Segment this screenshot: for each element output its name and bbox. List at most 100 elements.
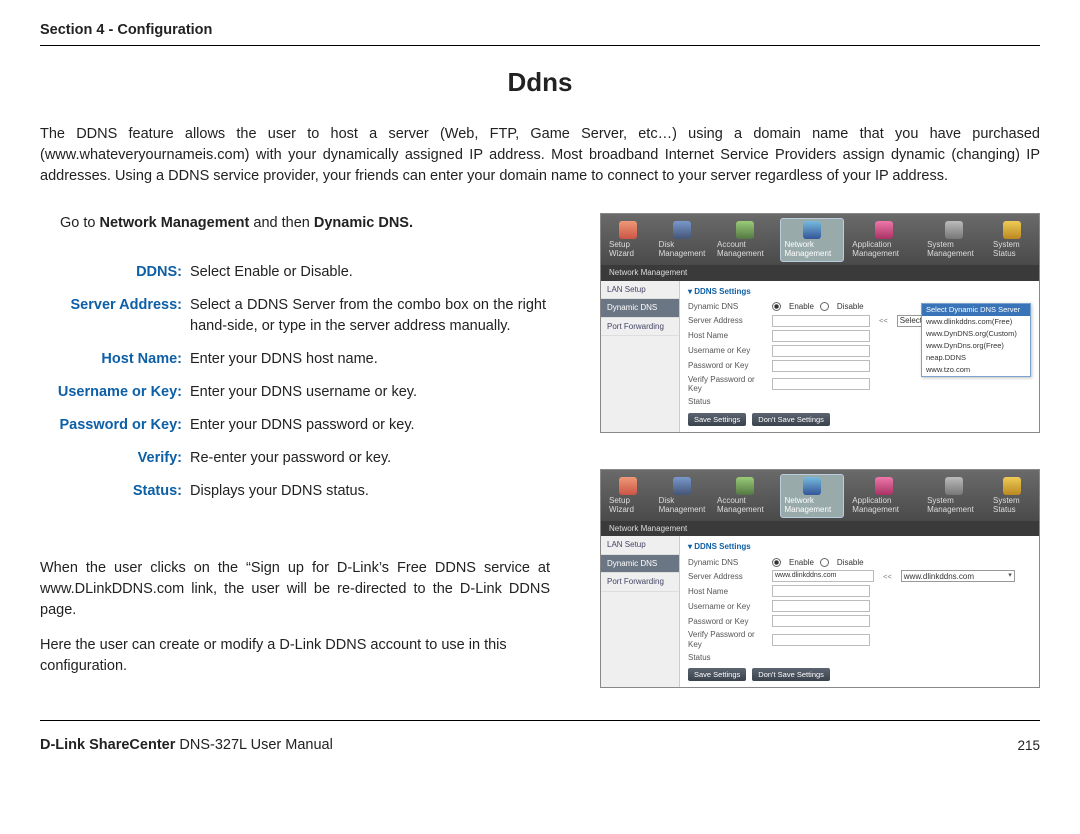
row-label: Server Address (688, 316, 766, 326)
row-label: Host Name (688, 331, 766, 341)
dropdown-option[interactable]: www.tzo.com (922, 364, 1030, 376)
footer-brand-rest: DNS-327L User Manual (175, 737, 332, 753)
screenshot-sidebar: LAN Setup Dynamic DNS Port Forwarding (601, 536, 680, 687)
nav-account[interactable]: Account Management (713, 474, 777, 518)
nav-system-mgmt[interactable]: System Management (923, 218, 985, 262)
breadcrumb: Network Management (601, 521, 1039, 537)
nav-network[interactable]: Network Management (780, 474, 844, 518)
username-input[interactable] (772, 345, 870, 357)
nav-label: System Management (927, 496, 981, 515)
password-input[interactable] (772, 360, 870, 372)
app-icon (875, 477, 893, 495)
nav-label: System Status (993, 240, 1031, 259)
host-name-input[interactable] (772, 585, 870, 597)
nav-disk[interactable]: Disk Management (655, 474, 709, 518)
verify-input[interactable] (772, 378, 870, 390)
screenshot-panel: DDNS Settings Dynamic DNS Enable Disable… (680, 281, 1039, 432)
sidebar-dynamic-dns[interactable]: Dynamic DNS (601, 299, 679, 318)
radio-enable[interactable] (772, 302, 781, 311)
radio-disable[interactable] (820, 558, 829, 567)
host-name-input[interactable] (772, 330, 870, 342)
def-desc: Enter your DDNS host name. (186, 343, 550, 376)
verify-input[interactable] (772, 634, 870, 646)
nav-label: Disk Management (659, 496, 706, 515)
row-label: Verify Password or Key (688, 630, 766, 649)
nav-application[interactable]: Application Management (848, 218, 919, 262)
server-dropdown-list[interactable]: Select Dynamic DNS Server www.dlinkddns.… (921, 303, 1031, 377)
disable-label: Disable (837, 558, 864, 568)
def-label: Server Address: (40, 289, 186, 343)
select-value: www.dlinkddns.com (904, 572, 974, 582)
server-address-input[interactable]: www.dlinkddns.com (772, 570, 874, 582)
sidebar-dynamic-dns[interactable]: Dynamic DNS (601, 555, 679, 574)
nav-label: Account Management (717, 496, 773, 515)
def-label: DDNS: (40, 256, 186, 289)
nav-label: System Management (927, 240, 981, 259)
sidebar-port-forwarding[interactable]: Port Forwarding (601, 318, 679, 337)
go-mid: and then (249, 215, 314, 231)
save-settings-button[interactable]: Save Settings (688, 668, 746, 681)
dropdown-option[interactable]: www.DynDNS.org(Custom) (922, 328, 1030, 340)
def-desc: Enter your DDNS username or key. (186, 376, 550, 409)
network-icon (803, 477, 821, 495)
status-icon (1003, 221, 1021, 239)
row-label: Status (688, 397, 766, 407)
def-label: Verify: (40, 442, 186, 475)
dropdown-option[interactable]: neap.DDNS (922, 352, 1030, 364)
row-label: Status (688, 653, 766, 663)
system-icon (945, 221, 963, 239)
enable-label: Enable (789, 558, 814, 568)
username-input[interactable] (772, 600, 870, 612)
row-label: Dynamic DNS (688, 558, 766, 568)
radio-enable[interactable] (772, 558, 781, 567)
server-select[interactable]: www.dlinkddns.com ▾ (901, 570, 1015, 582)
screenshot-ddns-dropdown: Setup Wizard Disk Management Account Man… (600, 213, 1040, 433)
account-icon (736, 477, 754, 495)
server-address-input[interactable] (772, 315, 870, 327)
nav-system-status[interactable]: System Status (989, 474, 1035, 518)
wizard-icon (619, 477, 637, 495)
go-pre: Go to (60, 215, 100, 231)
note-paragraph-2: Here the user can create or modify a D-L… (40, 635, 550, 677)
nav-label: Setup Wizard (609, 496, 647, 515)
row-label: Password or Key (688, 617, 766, 627)
rule-bottom (40, 720, 1040, 721)
nav-network[interactable]: Network Management (780, 218, 844, 262)
screenshot-topnav: Setup Wizard Disk Management Account Man… (601, 214, 1039, 265)
def-label: Status: (40, 475, 186, 508)
def-label: Username or Key: (40, 376, 186, 409)
nav-system-status[interactable]: System Status (989, 218, 1035, 262)
dropdown-option[interactable]: Select Dynamic DNS Server (922, 304, 1030, 316)
wizard-icon (619, 221, 637, 239)
def-desc: Re-enter your password or key. (186, 442, 550, 475)
network-icon (803, 221, 821, 239)
app-icon (875, 221, 893, 239)
nav-setup-wizard[interactable]: Setup Wizard (605, 218, 651, 262)
go-bold2: Dynamic DNS. (314, 215, 413, 231)
chevron-down-icon: ▾ (1008, 572, 1012, 580)
disk-icon (673, 477, 691, 495)
save-settings-button[interactable]: Save Settings (688, 413, 746, 426)
dropdown-option[interactable]: www.dlinkddns.com(Free) (922, 316, 1030, 328)
footer-brand-bold: D-Link ShareCenter (40, 737, 175, 753)
nav-account[interactable]: Account Management (713, 218, 777, 262)
intro-paragraph: The DDNS feature allows the user to host… (40, 124, 1040, 187)
nav-label: Account Management (717, 240, 773, 259)
nav-system-mgmt[interactable]: System Management (923, 474, 985, 518)
sidebar-port-forwarding[interactable]: Port Forwarding (601, 573, 679, 592)
radio-disable[interactable] (820, 302, 829, 311)
nav-disk[interactable]: Disk Management (655, 218, 709, 262)
page-number: 215 (1017, 736, 1040, 756)
note-paragraph-1: When the user clicks on the “Sign up for… (40, 558, 550, 621)
dont-save-button[interactable]: Don't Save Settings (752, 413, 830, 426)
dont-save-button[interactable]: Don't Save Settings (752, 668, 830, 681)
nav-setup-wizard[interactable]: Setup Wizard (605, 474, 651, 518)
row-label: Verify Password or Key (688, 375, 766, 394)
dropdown-option[interactable]: www.DynDns.org(Free) (922, 340, 1030, 352)
screenshot-panel: DDNS Settings Dynamic DNS Enable Disable… (680, 536, 1039, 687)
sidebar-lan-setup[interactable]: LAN Setup (601, 281, 679, 300)
sidebar-lan-setup[interactable]: LAN Setup (601, 536, 679, 555)
nav-application[interactable]: Application Management (848, 474, 919, 518)
panel-title: DDNS Settings (688, 287, 1031, 297)
password-input[interactable] (772, 615, 870, 627)
